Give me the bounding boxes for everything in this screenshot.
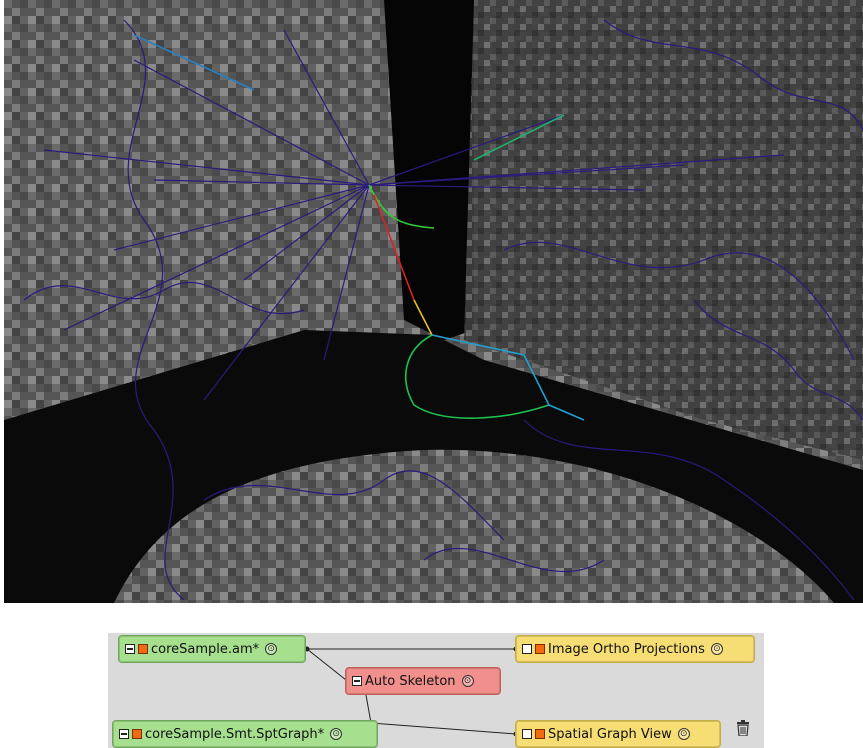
node-label: Image Ortho Projections: [548, 641, 705, 657]
port-menu-icon[interactable]: ⊙: [461, 675, 474, 687]
collapse-toggle[interactable]: [119, 729, 129, 739]
collapse-toggle[interactable]: [125, 644, 135, 654]
image-ortho-projections-node[interactable]: Image Ortho Projections ⊙: [515, 635, 755, 663]
visibility-toggle[interactable]: [535, 644, 545, 654]
spatial-graph-view-node[interactable]: Spatial Graph View ⊙: [515, 720, 721, 748]
auto-skeleton-node[interactable]: Auto Skeleton ⊙: [345, 667, 501, 695]
viewer-toggle[interactable]: [522, 644, 532, 654]
port-menu-icon[interactable]: ⊙: [710, 643, 723, 655]
port-menu-icon[interactable]: ⊙: [330, 728, 343, 740]
visibility-toggle[interactable]: [535, 729, 545, 739]
spatial-graph-data-node[interactable]: coreSample.Smt.SptGraph* ⊙: [112, 720, 378, 748]
visibility-toggle[interactable]: [132, 729, 142, 739]
3d-viewer[interactable]: [4, 0, 863, 603]
collapse-toggle[interactable]: [352, 676, 362, 686]
node-label: coreSample.am*: [151, 641, 260, 657]
port-menu-icon[interactable]: ⊙: [677, 728, 690, 740]
visibility-toggle[interactable]: [138, 644, 148, 654]
node-label: Auto Skeleton: [365, 673, 456, 689]
port-menu-icon[interactable]: ⊙: [265, 643, 278, 655]
project-pool[interactable]: coreSample.am* ⊙ Auto Skeleton ⊙ Image O…: [108, 633, 764, 748]
3d-scene[interactable]: [4, 0, 863, 603]
viewer-toggle[interactable]: [522, 729, 532, 739]
trash-icon[interactable]: [736, 720, 750, 736]
node-label: Spatial Graph View: [548, 726, 672, 742]
core-sample-node[interactable]: coreSample.am* ⊙: [118, 635, 306, 663]
node-label: coreSample.Smt.SptGraph*: [145, 726, 325, 742]
